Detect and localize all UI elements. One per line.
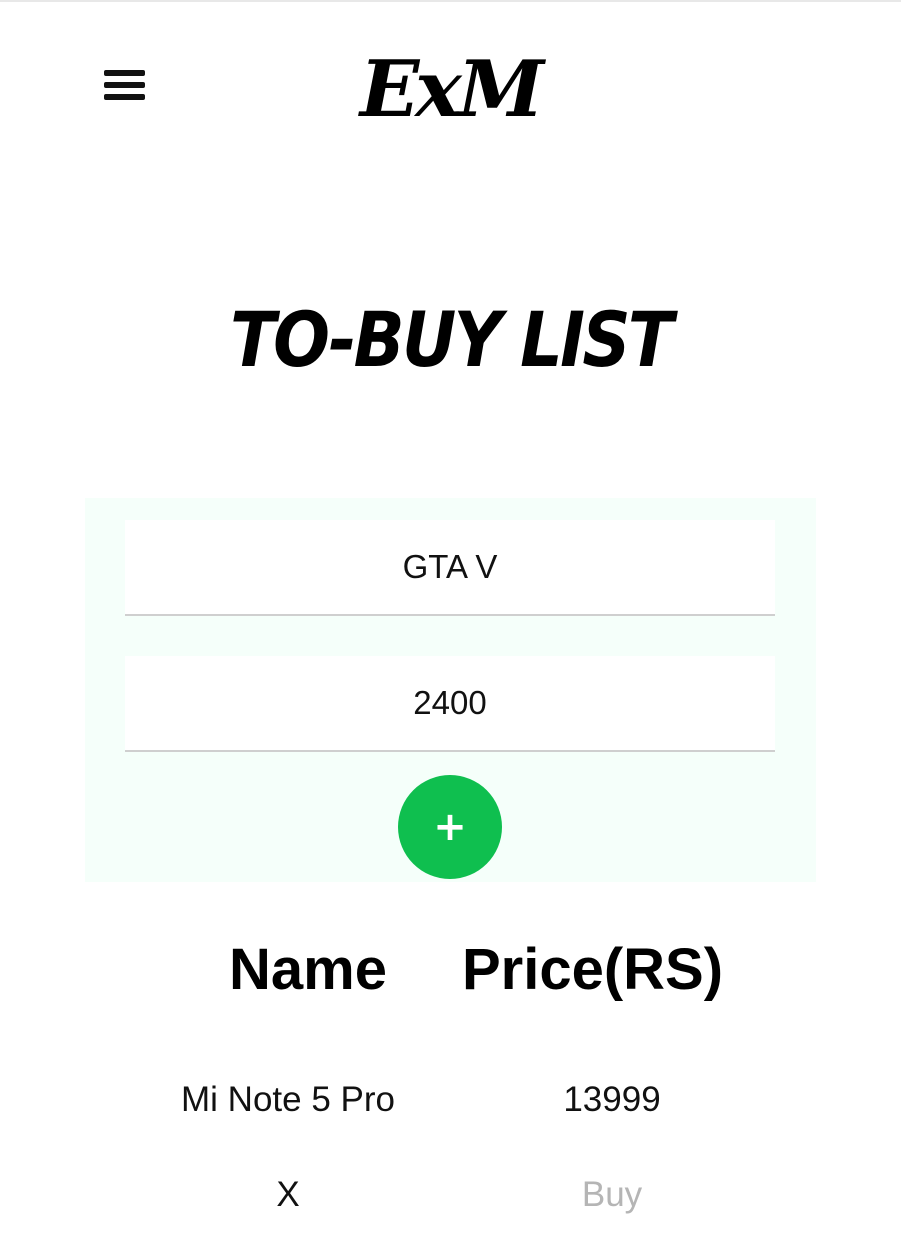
top-divider [0, 0, 901, 2]
page-title: TO-BUY LIST [230, 295, 673, 384]
app-logo: ExM [359, 44, 544, 135]
column-header-price: Price(RS) [461, 937, 724, 1002]
column-header-name: Name [229, 937, 387, 1002]
menu-bar [104, 94, 145, 100]
item-name-input[interactable] [125, 520, 775, 616]
hamburger-menu-icon[interactable] [104, 66, 146, 104]
menu-bar [104, 70, 145, 76]
menu-bar [104, 82, 145, 88]
remove-item-button[interactable]: X [238, 1165, 338, 1225]
add-item-form: + [85, 498, 816, 882]
app-page: ExM TO-BUY LIST + Name Price(RS) Mi Note… [0, 0, 901, 1255]
item-price-input[interactable] [125, 656, 775, 752]
item-price-cell: 13999 [563, 1080, 661, 1119]
item-name-cell: Mi Note 5 Pro [181, 1080, 395, 1119]
buy-item-button[interactable]: Buy [562, 1165, 662, 1225]
add-item-button[interactable]: + [398, 775, 502, 879]
